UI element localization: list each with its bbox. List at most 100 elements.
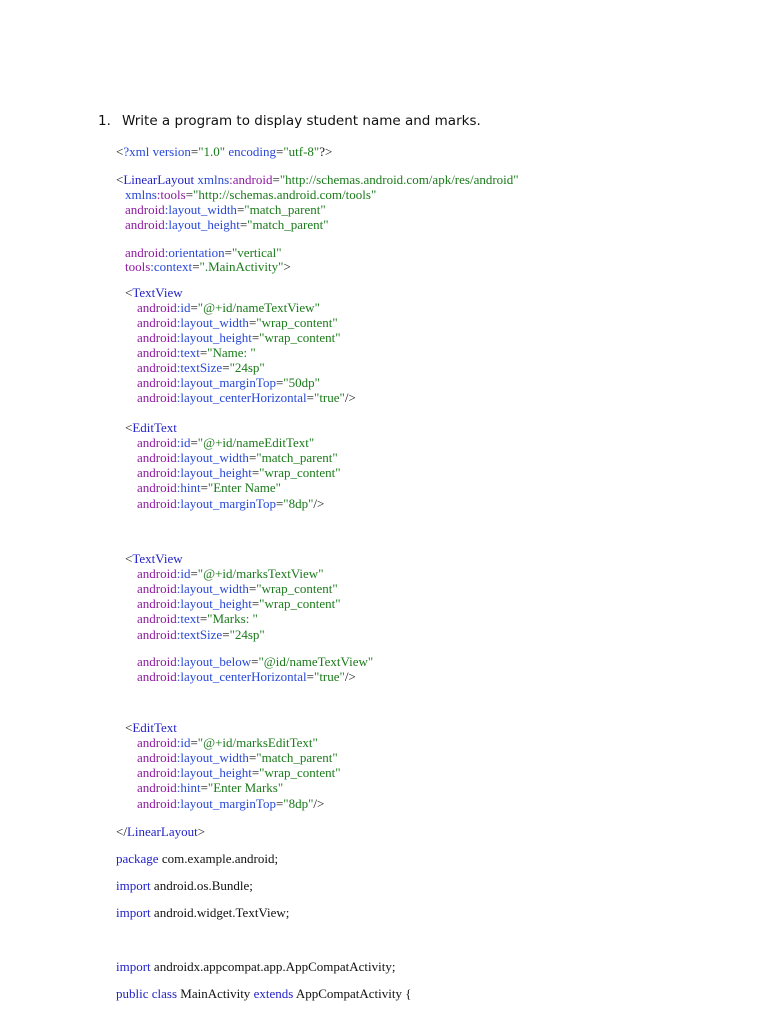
code-token: android [125, 217, 165, 232]
code-line: android:layout_width="match_parent" [125, 202, 326, 217]
code-token: :layout_width [176, 315, 249, 330]
code-token: :orientation [164, 245, 225, 260]
code-token: TextView [132, 551, 183, 566]
code-token: = [190, 300, 198, 315]
code-token: "wrap_content" [259, 596, 341, 611]
code-token: "50dp" [283, 375, 320, 390]
code-token: > [283, 259, 291, 274]
code-line: android:layout_width="match_parent" [137, 750, 338, 765]
code-line: android:layout_height="match_parent" [125, 217, 329, 232]
code-line: android:layout_marginTop="50dp" [137, 375, 320, 390]
code-line: import android.widget.TextView; [116, 905, 289, 920]
code-token: "Name: " [207, 345, 256, 360]
code-line: android:layout_marginTop="8dp"/> [137, 496, 324, 511]
question-text: Write a program to display student name … [122, 113, 481, 129]
code-token: :layout_height [164, 217, 240, 232]
code-token: "wrap_content" [259, 765, 341, 780]
code-token: = [192, 259, 200, 274]
code-token: "match_parent" [247, 217, 329, 232]
code-line: android:layout_width="wrap_content" [137, 581, 338, 596]
code-token: :layout_marginTop [176, 496, 276, 511]
code-line: package com.example.android; [116, 851, 278, 866]
code-token: :textSize [176, 360, 223, 375]
code-token: android [137, 450, 177, 465]
code-token: android [137, 796, 177, 811]
code-token: android [137, 435, 177, 450]
code-line: import androidx.appcompat.app.AppCompatA… [116, 959, 395, 974]
code-line: <LinearLayout xmlns:android="http://sche… [116, 172, 519, 187]
code-token: android [137, 300, 177, 315]
code-line: android:hint="Enter Marks" [137, 780, 283, 795]
code-line: android:layout_height="wrap_content" [137, 596, 341, 611]
code-line: android:hint="Enter Name" [137, 480, 281, 495]
code-token: :layout_height [176, 330, 252, 345]
code-line: android:layout_height="wrap_content" [137, 465, 341, 480]
code-token: :id [176, 735, 191, 750]
code-token: "@+id/marksEditText" [197, 735, 318, 750]
code-token: :layout_height [176, 596, 252, 611]
code-token: android [137, 735, 177, 750]
code-line: android:orientation="vertical" [125, 245, 282, 260]
code-token: android.widget.TextView; [150, 905, 290, 920]
code-token: "match_parent" [256, 750, 338, 765]
code-line: android:id="@+id/nameEditText" [137, 435, 314, 450]
code-token: extends [253, 986, 294, 1001]
code-token: = [306, 390, 315, 405]
code-token: "http://schemas.android.com/tools" [193, 187, 377, 202]
code-line: <EditText [125, 420, 177, 435]
code-token: "24sp" [229, 360, 265, 375]
code-token: "match_parent" [244, 202, 326, 217]
code-token: android [137, 390, 177, 405]
code-token: = [306, 669, 315, 684]
code-line: android:layout_width="match_parent" [137, 450, 338, 465]
code-token: android [137, 480, 177, 495]
code-line: android:id="@+id/nameTextView" [137, 300, 320, 315]
code-token: android [137, 566, 177, 581]
code-line: public class MainActivity extends AppCom… [116, 986, 411, 1001]
code-token: public class [116, 986, 178, 1001]
code-token: "8dp" [283, 496, 314, 511]
code-token: "24sp" [229, 627, 265, 642]
code-token: :layout_marginTop [176, 796, 276, 811]
code-token: ".MainActivity" [199, 259, 284, 274]
code-token: = [222, 360, 230, 375]
code-token: "true" [314, 669, 345, 684]
code-token: "@id/nameTextView" [258, 654, 374, 669]
code-line: xmlns:tools="http://schemas.android.com/… [125, 187, 376, 202]
code-line: android:layout_marginTop="8dp"/> [137, 796, 324, 811]
code-token: import [116, 959, 151, 974]
code-token: :layout_width [176, 581, 249, 596]
code-line: android:text="Marks: " [137, 611, 258, 626]
code-token: "@+id/nameTextView" [197, 300, 320, 315]
code-token: :layout_width [164, 202, 237, 217]
code-token: "@+id/nameEditText" [197, 435, 315, 450]
code-token: com.example.android; [158, 851, 279, 866]
code-line: android:textSize="24sp" [137, 627, 265, 642]
code-line: android:id="@+id/marksTextView" [137, 566, 324, 581]
code-token: android.os.Bundle; [150, 878, 253, 893]
code-token: android [125, 202, 165, 217]
code-line: <?xml version="1.0" encoding="utf-8"?> [116, 144, 332, 159]
code-token: android [137, 465, 177, 480]
code-token: :context [150, 259, 193, 274]
code-token: :layout_centerHorizontal [176, 390, 307, 405]
code-line: <TextView [125, 551, 183, 566]
code-token: "@+id/marksTextView" [197, 566, 324, 581]
code-token: android [137, 375, 177, 390]
code-token: xmlns [125, 187, 157, 202]
code-token: :text [176, 611, 200, 626]
code-line: <EditText [125, 720, 177, 735]
code-line: android:layout_height="wrap_content" [137, 330, 341, 345]
code-token: = [200, 480, 208, 495]
code-line: </LinearLayout> [116, 824, 205, 839]
code-token: = [224, 245, 232, 260]
code-token: :android [229, 172, 273, 187]
code-token: > [197, 824, 206, 839]
code-token: AppCompatActivity { [293, 986, 412, 1001]
code-token: "match_parent" [256, 450, 338, 465]
code-token: :tools [156, 187, 186, 202]
code-token: EditText [132, 420, 177, 435]
code-token: import [116, 878, 151, 893]
code-line: <TextView [125, 285, 183, 300]
code-token: "wrap_content" [259, 330, 341, 345]
